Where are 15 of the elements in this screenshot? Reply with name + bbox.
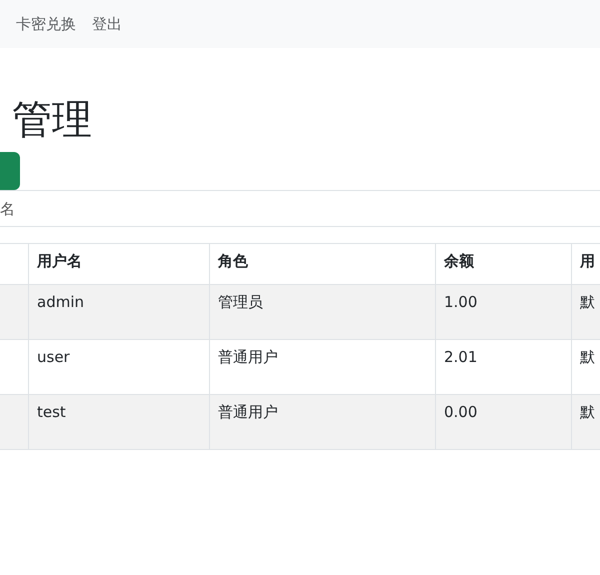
table-cell: 默 xyxy=(572,394,600,450)
table-cell: 0.00 xyxy=(436,394,572,450)
nav-link[interactable]: 卡密兑换 xyxy=(16,14,76,34)
table-cell: 默 xyxy=(572,284,600,340)
column-header: 用户名 xyxy=(28,244,210,284)
search-field[interactable]: 名 xyxy=(0,190,600,227)
table-cell: 管理员 xyxy=(210,284,436,340)
add-button[interactable] xyxy=(0,152,20,190)
table-cell: admin xyxy=(28,284,210,340)
nav-link[interactable]: 登出 xyxy=(92,14,122,34)
column-header: 角色 xyxy=(210,244,436,284)
page-title: 管理 xyxy=(11,96,93,144)
table-cell: 普通用户 xyxy=(210,394,436,450)
table-cell: 1.00 xyxy=(436,284,572,340)
table-cell: test xyxy=(28,394,210,450)
